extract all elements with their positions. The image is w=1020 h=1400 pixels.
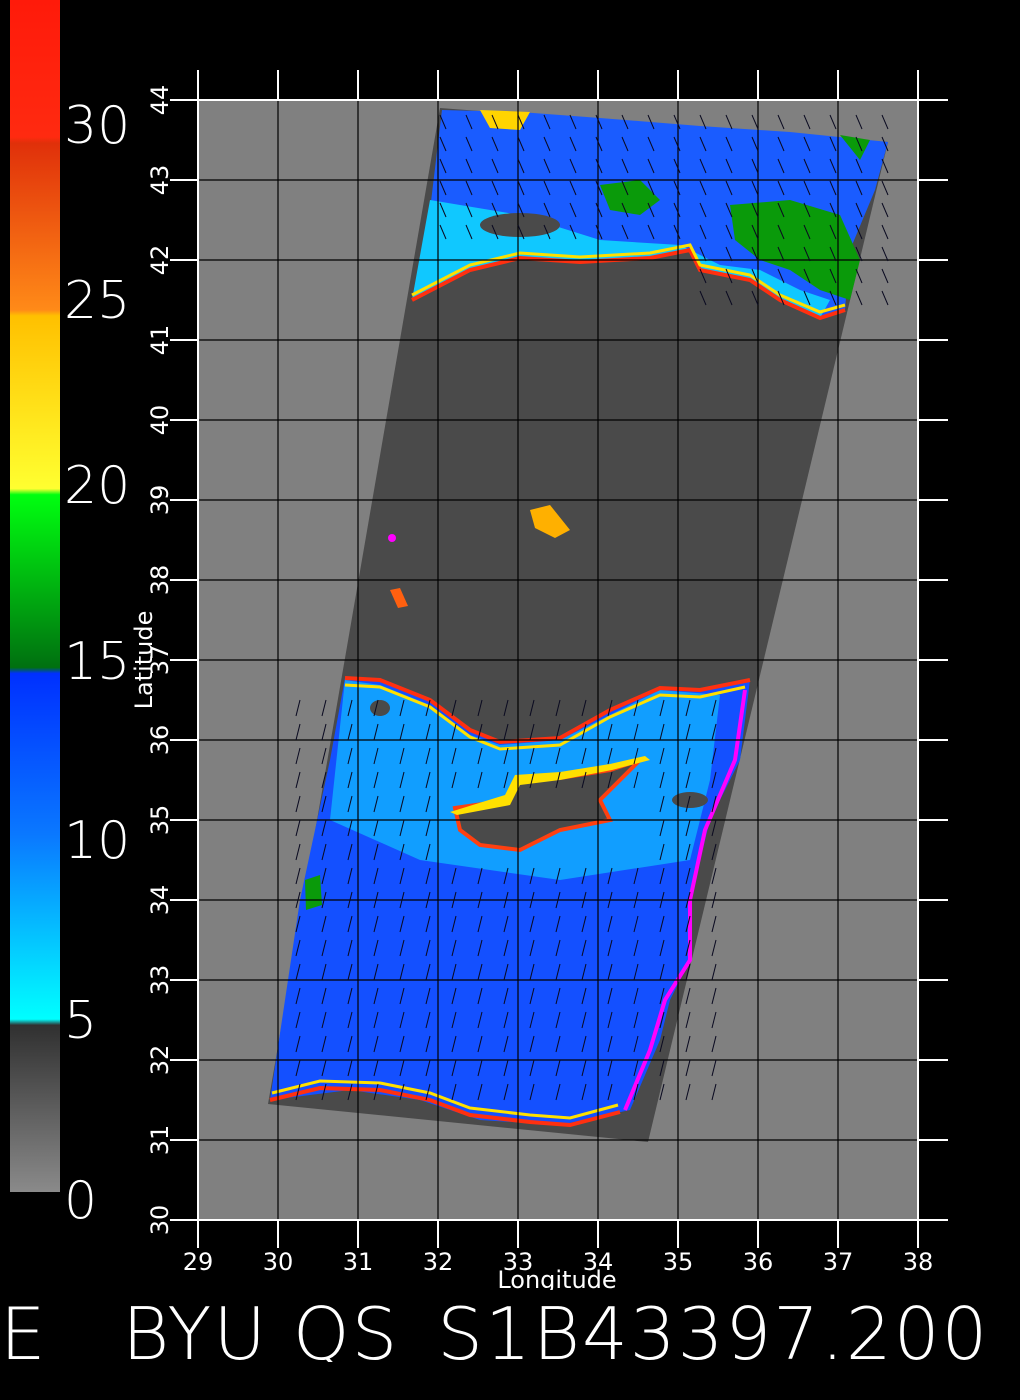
y-tick-label-39: 39 xyxy=(146,485,174,516)
wind-speed-map: 29 30 31 32 33 34 35 36 37 38 3031323334353637383… xyxy=(130,70,948,1290)
y-tick-label-35: 35 xyxy=(146,805,174,836)
y-tick-label-31: 31 xyxy=(146,1125,174,1156)
x-axis-label: Longitude xyxy=(497,1266,616,1290)
x-tick-label-36: 36 xyxy=(743,1248,774,1276)
y-tick-label-38: 38 xyxy=(146,565,174,596)
y-tick-label-44: 44 xyxy=(146,85,174,116)
x-tick-label-38: 38 xyxy=(903,1248,934,1276)
y-tick-label-43: 43 xyxy=(146,165,174,196)
y-tick-label-34: 34 xyxy=(146,885,174,916)
x-tick-label-32: 32 xyxy=(423,1248,454,1276)
x-tick-label-31: 31 xyxy=(343,1248,374,1276)
gray-patch-3 xyxy=(370,700,390,716)
inland-lake-2 xyxy=(388,534,396,542)
x-tick-label-35: 35 xyxy=(663,1248,694,1276)
y-tick-label-42: 42 xyxy=(146,245,174,276)
y-tick-label-40: 40 xyxy=(146,405,174,436)
image-title: E BYU QS_S1B43397.200 xyxy=(0,1292,990,1362)
y-tick-label-41: 41 xyxy=(146,325,174,356)
x-tick-label-29: 29 xyxy=(183,1248,214,1276)
y-tick-label-32: 32 xyxy=(146,1045,174,1076)
y-tick-label-30: 30 xyxy=(146,1205,174,1236)
y-tick-label-36: 36 xyxy=(146,725,174,756)
y-tick-label-33: 33 xyxy=(146,965,174,996)
y-axis-label: Latitude xyxy=(130,611,158,710)
x-tick-label-37: 37 xyxy=(823,1248,854,1276)
green-patch-south xyxy=(305,875,322,910)
x-tick-label-30: 30 xyxy=(263,1248,294,1276)
